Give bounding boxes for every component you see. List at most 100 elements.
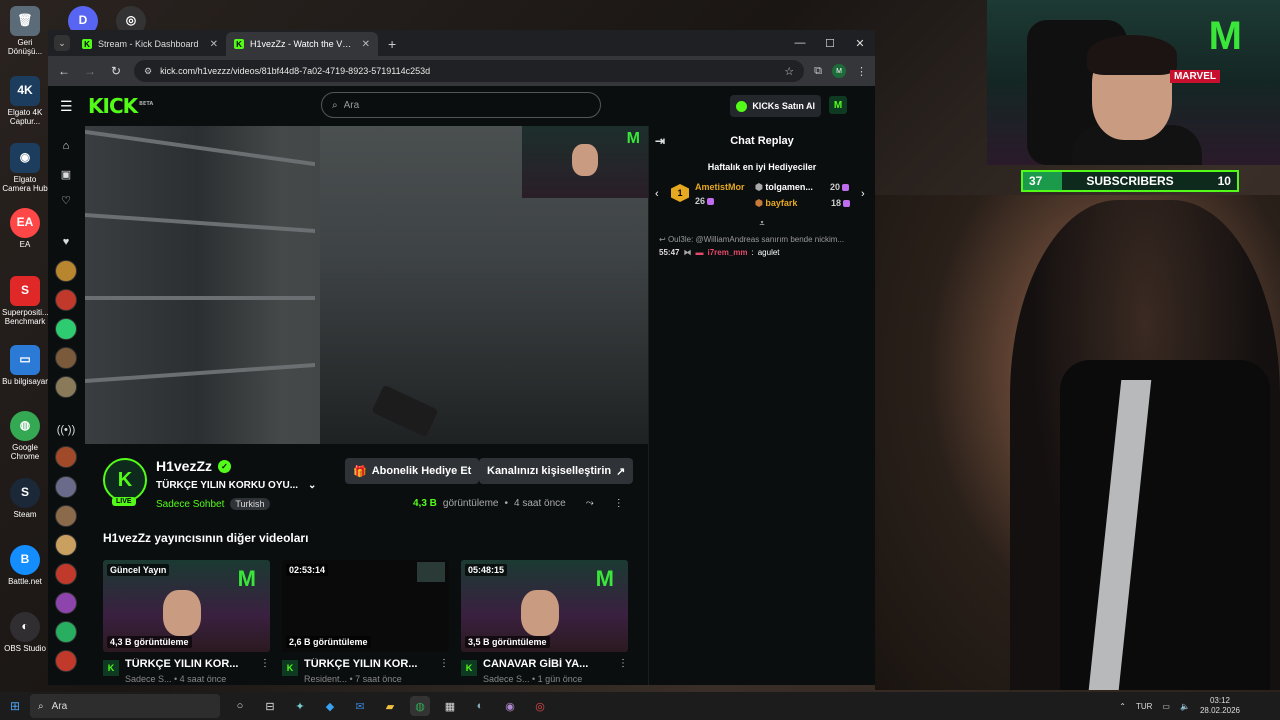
leader-name[interactable]: tolgamen... [765,182,813,192]
video-menu-icon[interactable]: ⋮ [439,658,449,669]
network-icon[interactable]: ▭ [1162,702,1170,711]
file-explorer-icon[interactable]: ▰ [380,696,400,716]
maximize-button[interactable]: ☐ [815,30,845,56]
leader-name[interactable]: AmetistMor [695,182,745,192]
address-bar[interactable]: ⚙ kick.com/h1vezzz/videos/81bf44d8-7a02-… [134,60,805,82]
hamburger-menu-icon[interactable]: ☰ [60,98,80,115]
obs-taskbar-icon[interactable]: ◉ [500,696,520,716]
video-channel-avatar[interactable]: K [103,660,119,676]
battlenet-shortcut[interactable]: B Battle.net [2,545,48,587]
ea-shortcut[interactable]: EA EA [2,208,48,250]
live-channels-icon[interactable]: ((•)) [56,420,76,440]
app-taskbar-icon[interactable]: ◎ [530,696,550,716]
following-heart-icon[interactable]: ♡ [56,190,76,210]
steam-taskbar-icon[interactable]: ◐ [470,696,490,716]
collapse-chat-icon[interactable]: ⇥ [655,134,665,148]
video-thumbnail[interactable]: 02:53:14 2,6 B görüntüleme [282,560,449,652]
clock[interactable]: 03:12 28.02.2026 [1200,696,1240,715]
video-card[interactable]: M 05:48:15 3,5 B görüntüleme K CANAVAR G… [461,560,628,684]
search-input[interactable] [343,99,590,111]
volume-icon[interactable]: 🔈 [1180,702,1190,711]
leader-name[interactable]: bayfark [765,198,797,208]
elgato-camera-hub-shortcut[interactable]: ◉ Elgato Camera Hub [2,143,48,194]
forward-arrow-icon[interactable]: → [82,64,98,78]
followed-channel-avatar[interactable] [55,318,77,340]
chevron-left-icon[interactable]: ‹ [655,188,659,200]
video-player[interactable]: M [85,126,648,444]
search-box[interactable]: ⌕ [321,92,601,118]
chevron-down-icon[interactable]: ⌄ [308,480,316,491]
tab-kick-dashboard[interactable]: K Stream - Kick Dashboard ✕ [74,32,226,56]
video-thumbnail[interactable]: M 05:48:15 3,5 B görüntüleme [461,560,628,652]
video-channel-avatar[interactable]: K [282,660,298,676]
input-language[interactable]: TUR [1136,702,1152,711]
home-icon[interactable]: ⌂ [56,136,76,156]
channel-name[interactable]: H1vezZz [156,458,212,474]
tab-close-icon[interactable]: ✕ [210,39,218,50]
new-tab-button[interactable]: + [388,36,396,52]
tab-search-button[interactable]: ⌄ [54,35,70,51]
chevron-right-icon[interactable]: › [861,188,865,200]
copilot-icon[interactable]: ✦ [290,696,310,716]
video-card[interactable]: 02:53:14 2,6 B görüntüleme K TÜRKÇE YILI… [282,560,449,684]
video-title[interactable]: CANAVAR GİBİ YA... [483,658,612,670]
live-channel-avatar[interactable] [55,505,77,527]
chevron-up-icon[interactable]: ⌃ [1119,702,1126,711]
language-tag[interactable]: Turkish [230,498,270,510]
vscode-icon[interactable]: ◆ [320,696,340,716]
menu-kebab-icon[interactable]: ⋮ [856,65,867,78]
profile-avatar-icon[interactable]: M [832,64,846,78]
video-menu-icon[interactable]: ⋮ [618,658,628,669]
video-title[interactable]: TÜRKÇE YILIN KOR... [125,658,254,670]
close-window-button[interactable]: ✕ [845,30,875,56]
start-windows-icon[interactable]: ⊞ [0,699,30,713]
followed-channel-avatar[interactable] [55,289,77,311]
live-channel-avatar[interactable] [55,476,77,498]
task-view-icon[interactable]: ○ [230,696,250,716]
bookmark-star-icon[interactable]: ☆ [784,65,794,78]
followed-heart-icon[interactable]: ♥ [56,232,76,252]
widgets-icon[interactable]: ⊟ [260,696,280,716]
obs-shortcut[interactable]: ◐ OBS Studio [2,612,48,654]
more-options-icon[interactable]: ⋮ [614,498,624,509]
live-channel-avatar[interactable] [55,650,77,672]
live-channel-avatar[interactable] [55,563,77,585]
taskbar-search[interactable]: ⌕ Ara [30,694,220,718]
chrome-shortcut[interactable]: ◍ Google Chrome [2,411,48,462]
customize-channel-button[interactable]: Kanalınızı kişiselleştirin ↗ [479,458,634,484]
buy-kicks-button[interactable]: KICKs Satın Al [730,95,821,117]
followed-channel-avatar[interactable] [55,376,77,398]
gift-subscription-button[interactable]: 🎁 Abonelik Hediye Et [345,458,480,484]
back-arrow-icon[interactable]: ← [56,64,72,78]
store-icon[interactable]: ▦ [440,696,460,716]
video-title[interactable]: TÜRKÇE YILIN KOR... [304,658,433,670]
expand-leaderboard-icon[interactable]: ⩡ [649,218,875,229]
elgato-4k-shortcut[interactable]: 4K Elgato 4K Captur... [2,76,48,127]
live-channel-avatar[interactable] [55,446,77,468]
category-link[interactable]: Sadece Sohbet [156,499,224,510]
browse-icon[interactable]: ▣ [56,164,76,184]
tab-vod[interactable]: K H1vezZz - Watch the VOD on Kick ✕ [226,32,378,56]
message-username[interactable]: i7rem_mm [707,248,747,257]
live-channel-avatar[interactable] [55,592,77,614]
this-pc-shortcut[interactable]: ▭ Bu bilgisayar [2,345,48,387]
chrome-taskbar-icon[interactable]: ◍ [410,696,430,716]
channel-avatar[interactable]: K [103,458,147,502]
user-avatar[interactable]: M [829,96,847,114]
live-channel-avatar[interactable] [55,534,77,556]
share-icon[interactable]: ⤳ [586,498,594,509]
followed-channel-avatar[interactable] [55,347,77,369]
tab-close-icon[interactable]: ✕ [362,39,370,50]
video-card[interactable]: M Güncel Yayın 4,3 B görüntüleme K TÜRKÇ… [103,560,270,684]
video-thumbnail[interactable]: M Güncel Yayın 4,3 B görüntüleme [103,560,270,652]
video-menu-icon[interactable]: ⋮ [260,658,270,669]
minimize-button[interactable]: — [785,30,815,56]
site-info-icon[interactable]: ⚙ [144,66,152,77]
kick-logo[interactable]: KICK BETA [88,94,153,118]
live-channel-avatar[interactable] [55,621,77,643]
reload-icon[interactable]: ↻ [108,64,124,78]
outlook-icon[interactable]: ✉ [350,696,370,716]
recycle-bin-shortcut[interactable]: 🗑 Geri Dönüşü... [2,6,48,57]
steam-shortcut[interactable]: S Steam [2,478,48,520]
superposition-shortcut[interactable]: S Superpositi... Benchmark [2,276,49,327]
